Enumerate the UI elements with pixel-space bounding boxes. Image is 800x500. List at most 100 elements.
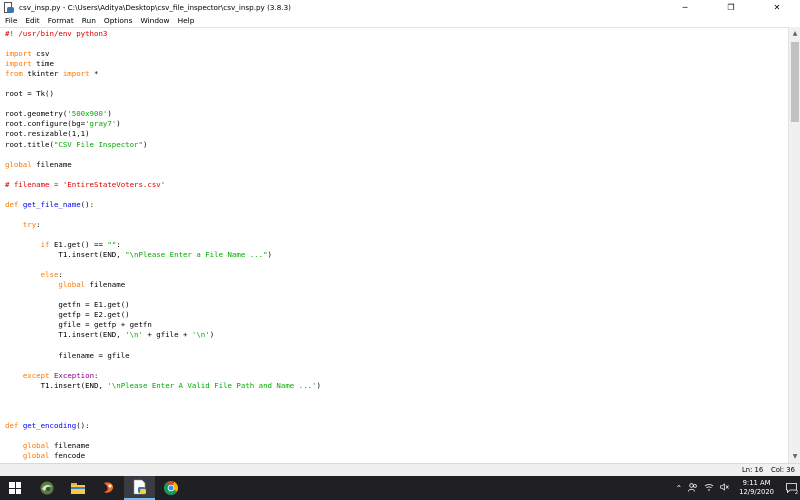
code-token: ) xyxy=(142,139,148,149)
code-line[interactable]: global filename xyxy=(5,280,321,290)
menu-file[interactable]: File xyxy=(0,16,21,25)
code-line[interactable]: try: xyxy=(5,220,321,230)
scroll-down-arrow-icon[interactable]: ▼ xyxy=(789,451,800,462)
code-line[interactable]: # filename = 'EntireStateVoters.csv' xyxy=(5,180,321,190)
menu-options[interactable]: Options xyxy=(100,16,137,25)
code-line[interactable] xyxy=(5,230,321,240)
code-token: getfp = E2.get() xyxy=(5,310,130,320)
code-line[interactable]: import time xyxy=(5,59,321,69)
code-line[interactable]: import csv xyxy=(5,49,321,59)
code-token: tkinter xyxy=(22,69,63,79)
code-token: '\nPlease Enter A Valid File Path and Na… xyxy=(107,380,317,390)
code-line[interactable]: root.title("CSV File Inspector") xyxy=(5,140,321,150)
code-line[interactable]: getfn = E1.get() xyxy=(5,300,321,310)
vertical-scrollbar[interactable]: ▲ ▼ xyxy=(788,27,800,463)
code-token: global xyxy=(58,280,86,290)
code-line[interactable]: def get_encoding(): xyxy=(5,421,321,431)
code-token: (): xyxy=(80,199,95,209)
code-line[interactable] xyxy=(5,411,321,421)
scrollbar-thumb[interactable] xyxy=(791,42,799,122)
code-token: import xyxy=(5,59,32,69)
code-line[interactable]: root.configure(bg='gray7') xyxy=(5,119,321,129)
minimize-button[interactable]: ─ xyxy=(662,0,708,14)
chevron-up-icon[interactable]: ⌃ xyxy=(675,484,682,493)
wifi-icon[interactable] xyxy=(704,483,714,493)
code-line[interactable] xyxy=(5,190,321,200)
maximize-button[interactable]: ❐ xyxy=(708,0,754,14)
taskbar-app-python-idle[interactable] xyxy=(124,476,155,500)
clock-date: 12/9/2020 xyxy=(739,488,774,496)
code-line[interactable]: root.geometry('500x900') xyxy=(5,109,321,119)
code-line[interactable]: global filename xyxy=(5,441,321,451)
status-line-number: Ln: 16 xyxy=(742,466,764,474)
code-line[interactable]: global fencode xyxy=(5,451,321,461)
code-line[interactable]: #! /usr/bin/env python3 xyxy=(5,29,321,39)
code-line[interactable] xyxy=(5,39,321,49)
notification-count: 2 xyxy=(794,490,798,496)
code-line[interactable]: root = Tk() xyxy=(5,89,321,99)
code-token: root.title( xyxy=(5,139,54,149)
close-button[interactable]: ✕ xyxy=(754,0,800,14)
menu-window[interactable]: Window xyxy=(136,16,173,25)
code-token: : xyxy=(94,370,99,380)
code-line[interactable] xyxy=(5,401,321,411)
start-button[interactable] xyxy=(0,476,30,500)
code-line[interactable] xyxy=(5,391,321,401)
taskbar-app-1[interactable] xyxy=(31,476,62,500)
code-line[interactable]: global filename xyxy=(5,160,321,170)
code-line[interactable] xyxy=(5,99,321,109)
code-token: filename = gfile xyxy=(5,350,130,360)
code-line[interactable]: T1.insert(END, '\n' + gfile + '\n') xyxy=(5,330,321,340)
code-token: '500x900' xyxy=(67,109,108,119)
code-token: T1.insert(END, xyxy=(5,380,108,390)
code-token: import xyxy=(5,49,32,59)
code-token: import xyxy=(62,69,90,79)
code-line[interactable]: T1.insert(END, '\nPlease Enter A Valid F… xyxy=(5,381,321,391)
volume-icon[interactable] xyxy=(720,483,730,493)
code-token: def xyxy=(5,199,19,209)
code-line[interactable]: def get_file_name(): xyxy=(5,200,321,210)
menu-format[interactable]: Format xyxy=(44,16,78,25)
code-line[interactable] xyxy=(5,170,321,180)
code-line[interactable] xyxy=(5,361,321,371)
people-icon[interactable] xyxy=(688,482,698,494)
code-line[interactable]: except Exception: xyxy=(5,371,321,381)
code-line[interactable]: T1.insert(END, "\nPlease Enter a File Na… xyxy=(5,250,321,260)
taskbar-app-file-explorer[interactable] xyxy=(62,476,93,500)
taskbar-clock[interactable]: 9:11 AM 12/9/2020 xyxy=(739,479,774,497)
clock-time: 9:11 AM xyxy=(742,479,771,487)
taskbar-app-chrome[interactable] xyxy=(155,476,186,500)
chrome-icon xyxy=(163,481,178,495)
menu-help[interactable]: Help xyxy=(174,16,199,25)
code-line[interactable] xyxy=(5,210,321,220)
code-line[interactable] xyxy=(5,431,321,441)
code-token: global xyxy=(5,159,32,169)
code-line[interactable]: if E1.get() == "": xyxy=(5,240,321,250)
notification-center-icon[interactable]: 2 xyxy=(782,476,800,500)
code-token: Exception xyxy=(53,370,95,380)
browser-swirl-icon xyxy=(40,481,53,495)
status-bar: Ln: 16 Col: 36 xyxy=(0,463,800,476)
code-line[interactable]: from tkinter import * xyxy=(5,69,321,79)
code-line[interactable]: root.resizable(1,1) xyxy=(5,129,321,139)
code-line[interactable]: filename = gfile xyxy=(5,351,321,361)
code-line[interactable] xyxy=(5,260,321,270)
code-token: '\n' xyxy=(125,330,143,340)
code-token: '\n' xyxy=(191,330,210,340)
taskbar-app-3[interactable] xyxy=(93,476,124,500)
code-line[interactable] xyxy=(5,79,321,89)
code-line[interactable] xyxy=(5,340,321,350)
code-editor[interactable]: #! /usr/bin/env python3 import csv import… xyxy=(0,27,788,463)
code-line[interactable] xyxy=(5,290,321,300)
code-line[interactable] xyxy=(5,150,321,160)
scroll-up-arrow-icon[interactable]: ▲ xyxy=(789,28,800,39)
menu-edit[interactable]: Edit xyxy=(21,16,43,25)
code-text-area[interactable]: #! /usr/bin/env python3 import csv import… xyxy=(5,29,321,461)
code-token: "CSV File Inspector" xyxy=(53,139,143,149)
code-line[interactable]: getfp = E2.get() xyxy=(5,310,321,320)
code-line[interactable]: gfile = getfp + getfn xyxy=(5,320,321,330)
menu-bar: File Edit Format Run Options Window Help xyxy=(0,14,800,27)
code-line[interactable]: else: xyxy=(5,270,321,280)
menu-run[interactable]: Run xyxy=(78,16,100,25)
